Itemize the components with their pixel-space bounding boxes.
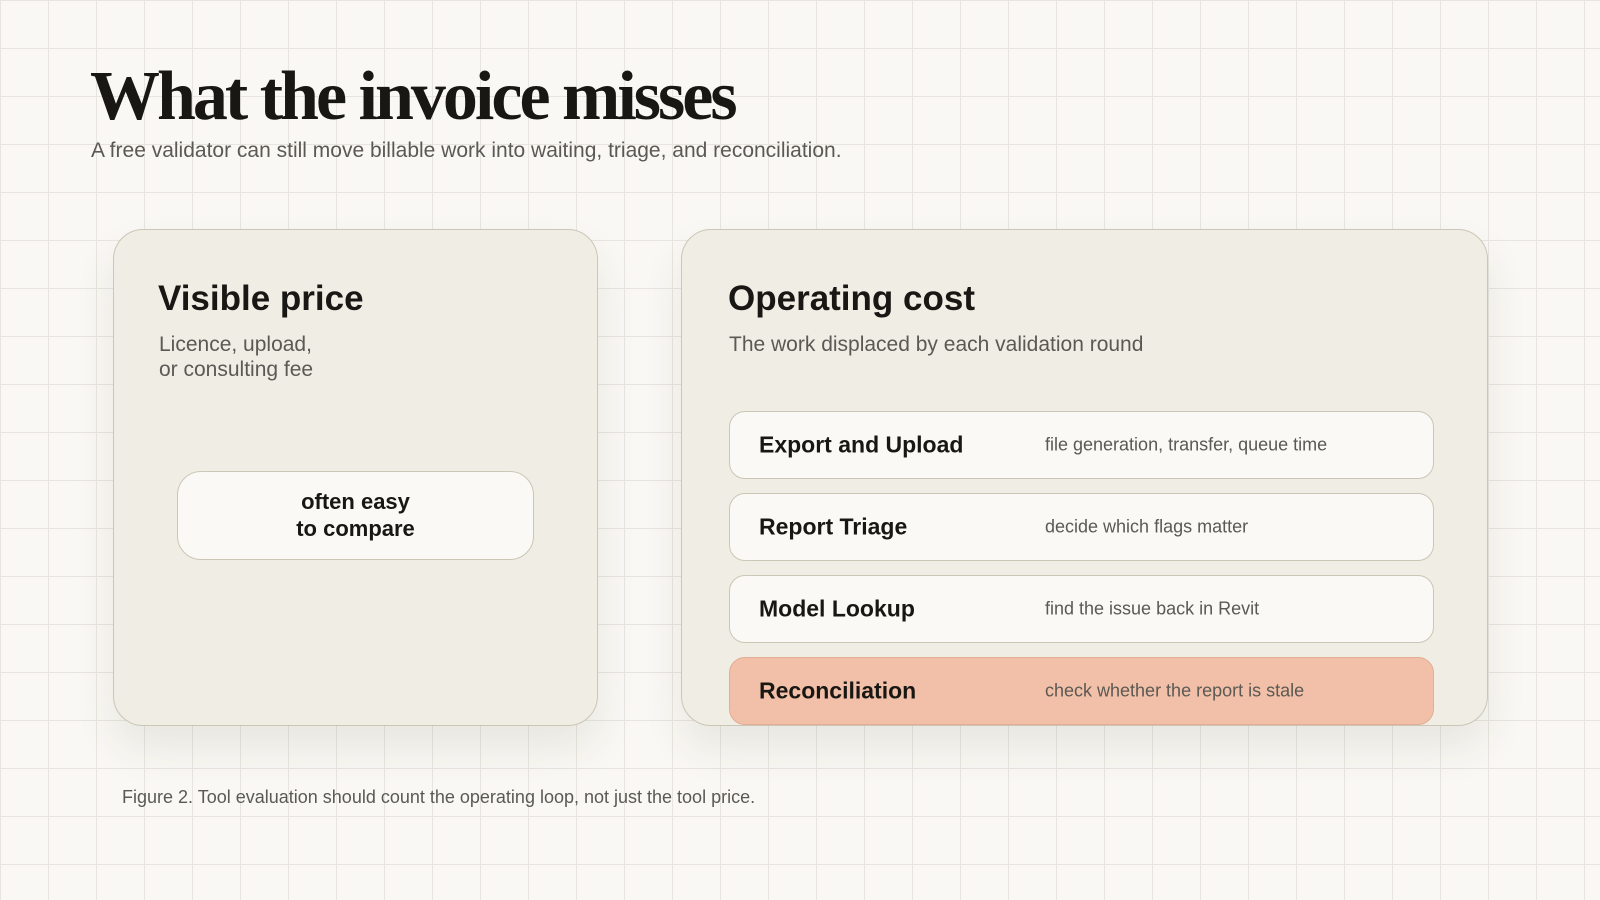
visible-price-description-line-2: or consulting fee (159, 358, 314, 382)
operating-cost-heading: Operating cost (728, 279, 975, 318)
cost-row-label: Reconciliation (759, 677, 917, 704)
visible-price-description: Licence, upload, or consulting fee (159, 332, 419, 382)
cost-row-label: Model Lookup (759, 595, 915, 622)
cost-row-report-triage: Report Triage decide which flags matter (729, 493, 1434, 561)
comparison-pill-line-1: often easy (301, 489, 410, 515)
comparison-pill-line-2: to compare (296, 515, 415, 541)
cost-row-label: Report Triage (759, 513, 908, 540)
cost-row-description: find the issue back in Revit (1045, 598, 1260, 619)
visible-price-card: Visible price Licence, upload, or consul… (113, 229, 598, 726)
cost-row-description: check whether the report is stale (1045, 680, 1305, 701)
page-subtitle: A free validator can still move billable… (91, 139, 842, 162)
cost-row-reconciliation: Reconciliation check whether the report … (729, 657, 1434, 725)
cost-row-label: Export and Upload (759, 431, 964, 458)
cost-row-export-upload: Export and Upload file generation, trans… (729, 411, 1434, 479)
cost-row-description: decide which flags matter (1045, 516, 1249, 537)
operating-cost-card: Operating cost The work displaced by eac… (681, 229, 1488, 726)
page-title: What the invoice misses (90, 58, 738, 135)
visible-price-heading: Visible price (158, 279, 364, 318)
comparison-pill: often easy to compare (177, 471, 534, 560)
figure-caption: Figure 2. Tool evaluation should count t… (122, 787, 756, 807)
cost-row-model-lookup: Model Lookup find the issue back in Revi… (729, 575, 1434, 643)
cost-row-description: file generation, transfer, queue time (1045, 434, 1328, 455)
operating-cost-description: The work displaced by each validation ro… (729, 333, 1144, 356)
visible-price-description-line-1: Licence, upload, (159, 333, 312, 356)
